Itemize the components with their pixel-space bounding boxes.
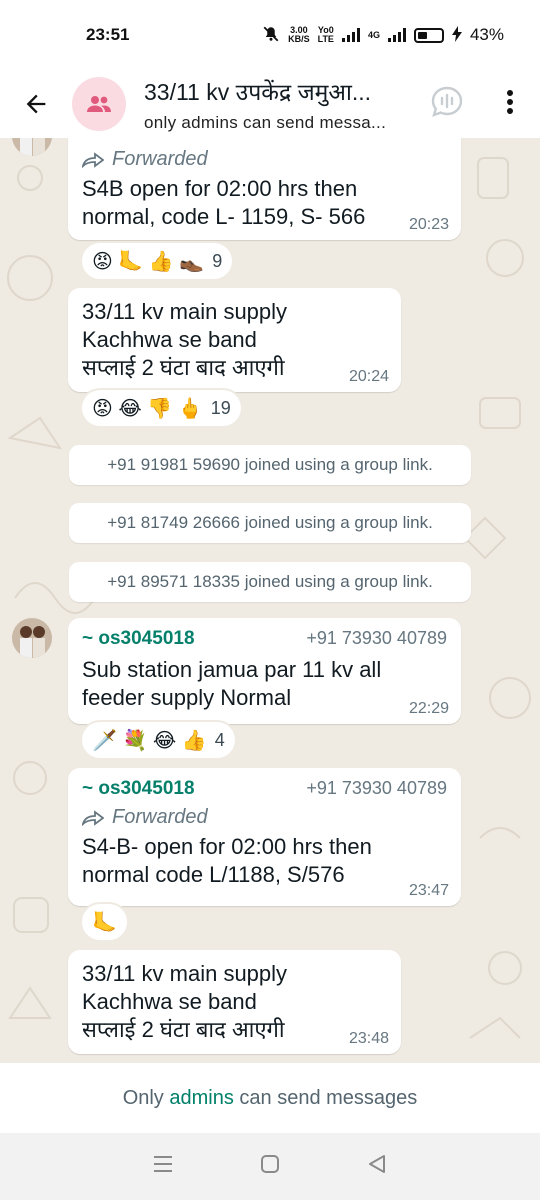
more-options-button[interactable] [506, 89, 514, 120]
group-avatar[interactable] [72, 77, 126, 131]
message-reactions[interactable]: 🦶 [80, 902, 129, 942]
message-bubble[interactable]: 33/11 kv main supply Kachhwa se band सप्… [68, 950, 401, 1054]
forwarded-label: Forwarded [82, 148, 447, 171]
sender-phone: +91 73930 40789 [306, 628, 447, 648]
reaction-count: 19 [210, 397, 231, 418]
back-button[interactable] [0, 90, 72, 118]
forward-arrow-icon [82, 151, 104, 168]
chat-subtitle: only admins can send messa... [144, 113, 387, 132]
message-text: 33/11 kv main supply Kachhwa se band सप्… [82, 961, 288, 1042]
admins-link[interactable]: admins [169, 1087, 233, 1110]
network-speed: 3.00 KB/S [288, 25, 310, 44]
sender-phone: +91 73930 40789 [306, 778, 447, 798]
home-square-icon [260, 1155, 279, 1173]
reaction-emojis: 😡 🦶 👍 👞 [92, 250, 205, 273]
message-bubble[interactable]: Forwarded S4B open for 02:00 hrs then no… [68, 138, 461, 240]
header-actions [430, 85, 540, 124]
message-time: 20:24 [348, 368, 389, 385]
reaction-count: 4 [214, 729, 225, 750]
status-icons: 3.00 KB/S Yo0 LTE 4G 43% [262, 25, 504, 46]
message-bubble[interactable]: 33/11 kv main supply Kachhwa se band सप्… [68, 288, 401, 392]
sender-row: ~ os3045018 +91 73930 40789 [82, 778, 447, 800]
forwarded-label: Forwarded [82, 806, 447, 829]
reaction-emojis: 🗡️ 💐 😂 👍 [92, 729, 207, 752]
arrow-left-icon [26, 94, 46, 114]
notice-prefix: Only [122, 1086, 170, 1109]
system-message: +91 89571 18335 joined using a group lin… [69, 562, 471, 602]
signal-icon-2 [387, 28, 406, 42]
system-message: +91 91981 59690 joined using a group lin… [69, 445, 471, 485]
home-button[interactable] [259, 1153, 281, 1180]
sender-row: ~ os3045018 +91 73930 40789 [82, 628, 447, 650]
message-time: 23:47 [408, 882, 449, 899]
forward-arrow-icon [82, 809, 104, 826]
message-reactions[interactable]: 😡 😂 👎 🖕 19 [80, 388, 243, 428]
volte-indicator: Yo0 LTE [317, 25, 334, 44]
message-time: 22:29 [408, 700, 449, 717]
reaction-emojis: 😡 😂 👎 🖕 [92, 397, 203, 420]
menu-icon [154, 1156, 173, 1172]
sender-name[interactable]: ~ os3045018 [82, 628, 195, 650]
status-time: 23:51 [86, 25, 130, 44]
voice-chat-button[interactable] [430, 85, 464, 124]
message-time: 23:48 [348, 1030, 389, 1047]
message-text: Sub station jamua par 11 kv all feeder s… [82, 657, 382, 710]
message-bubble[interactable]: ~ os3045018 +91 73930 40789 Sub station … [68, 618, 461, 724]
charging-icon [451, 25, 462, 45]
chat-title: 33/11 kv उपकेंद्र जमुआ... [144, 79, 372, 105]
signal-icon [341, 28, 360, 42]
chat-header: 33/11 kv उपकेंद्र जमुआ... only admins ca… [0, 70, 540, 138]
voice-chat-icon [431, 86, 463, 117]
back-nav-button[interactable] [366, 1153, 388, 1180]
status-bar: 23:51 3.00 KB/S Yo0 LTE 4G 43% [0, 0, 540, 70]
chat-area[interactable]: Forwarded S4B open for 02:00 hrs then no… [0, 138, 540, 1063]
message-text: S4-B- open for 02:00 hrs then normal cod… [82, 834, 372, 887]
admins-only-notice: Only admins can send messages [0, 1063, 540, 1133]
system-nav-bar [0, 1133, 540, 1200]
battery-percent: 43% [469, 25, 504, 44]
recents-button[interactable] [152, 1154, 174, 1179]
sender-avatar[interactable] [12, 618, 52, 658]
back-triangle-icon [368, 1155, 385, 1173]
mute-icon [262, 25, 280, 46]
network-type: 4G [367, 29, 380, 40]
message-time: 20:23 [408, 216, 449, 233]
chat-title-block[interactable]: 33/11 kv उपकेंद्र जमुआ... only admins ca… [144, 75, 406, 133]
message-bubble[interactable]: ~ os3045018 +91 73930 40789 Forwarded S4… [68, 768, 461, 906]
message-reactions[interactable]: 🗡️ 💐 😂 👍 4 [80, 720, 237, 760]
more-vertical-icon [507, 89, 513, 114]
message-reactions[interactable]: 😡 🦶 👍 👞 9 [80, 241, 235, 281]
notice-suffix: can send messages [233, 1086, 418, 1109]
reaction-emojis: 🦶 [92, 911, 117, 934]
system-message: +91 81749 26666 joined using a group lin… [69, 503, 471, 543]
battery-icon [413, 27, 444, 43]
reaction-count: 9 [212, 250, 223, 271]
message-text: S4B open for 02:00 hrs then normal, code… [82, 176, 366, 229]
group-icon [87, 96, 111, 112]
sender-name[interactable]: ~ os3045018 [82, 778, 195, 800]
message-text: 33/11 kv main supply Kachhwa se band सप्… [82, 299, 288, 380]
